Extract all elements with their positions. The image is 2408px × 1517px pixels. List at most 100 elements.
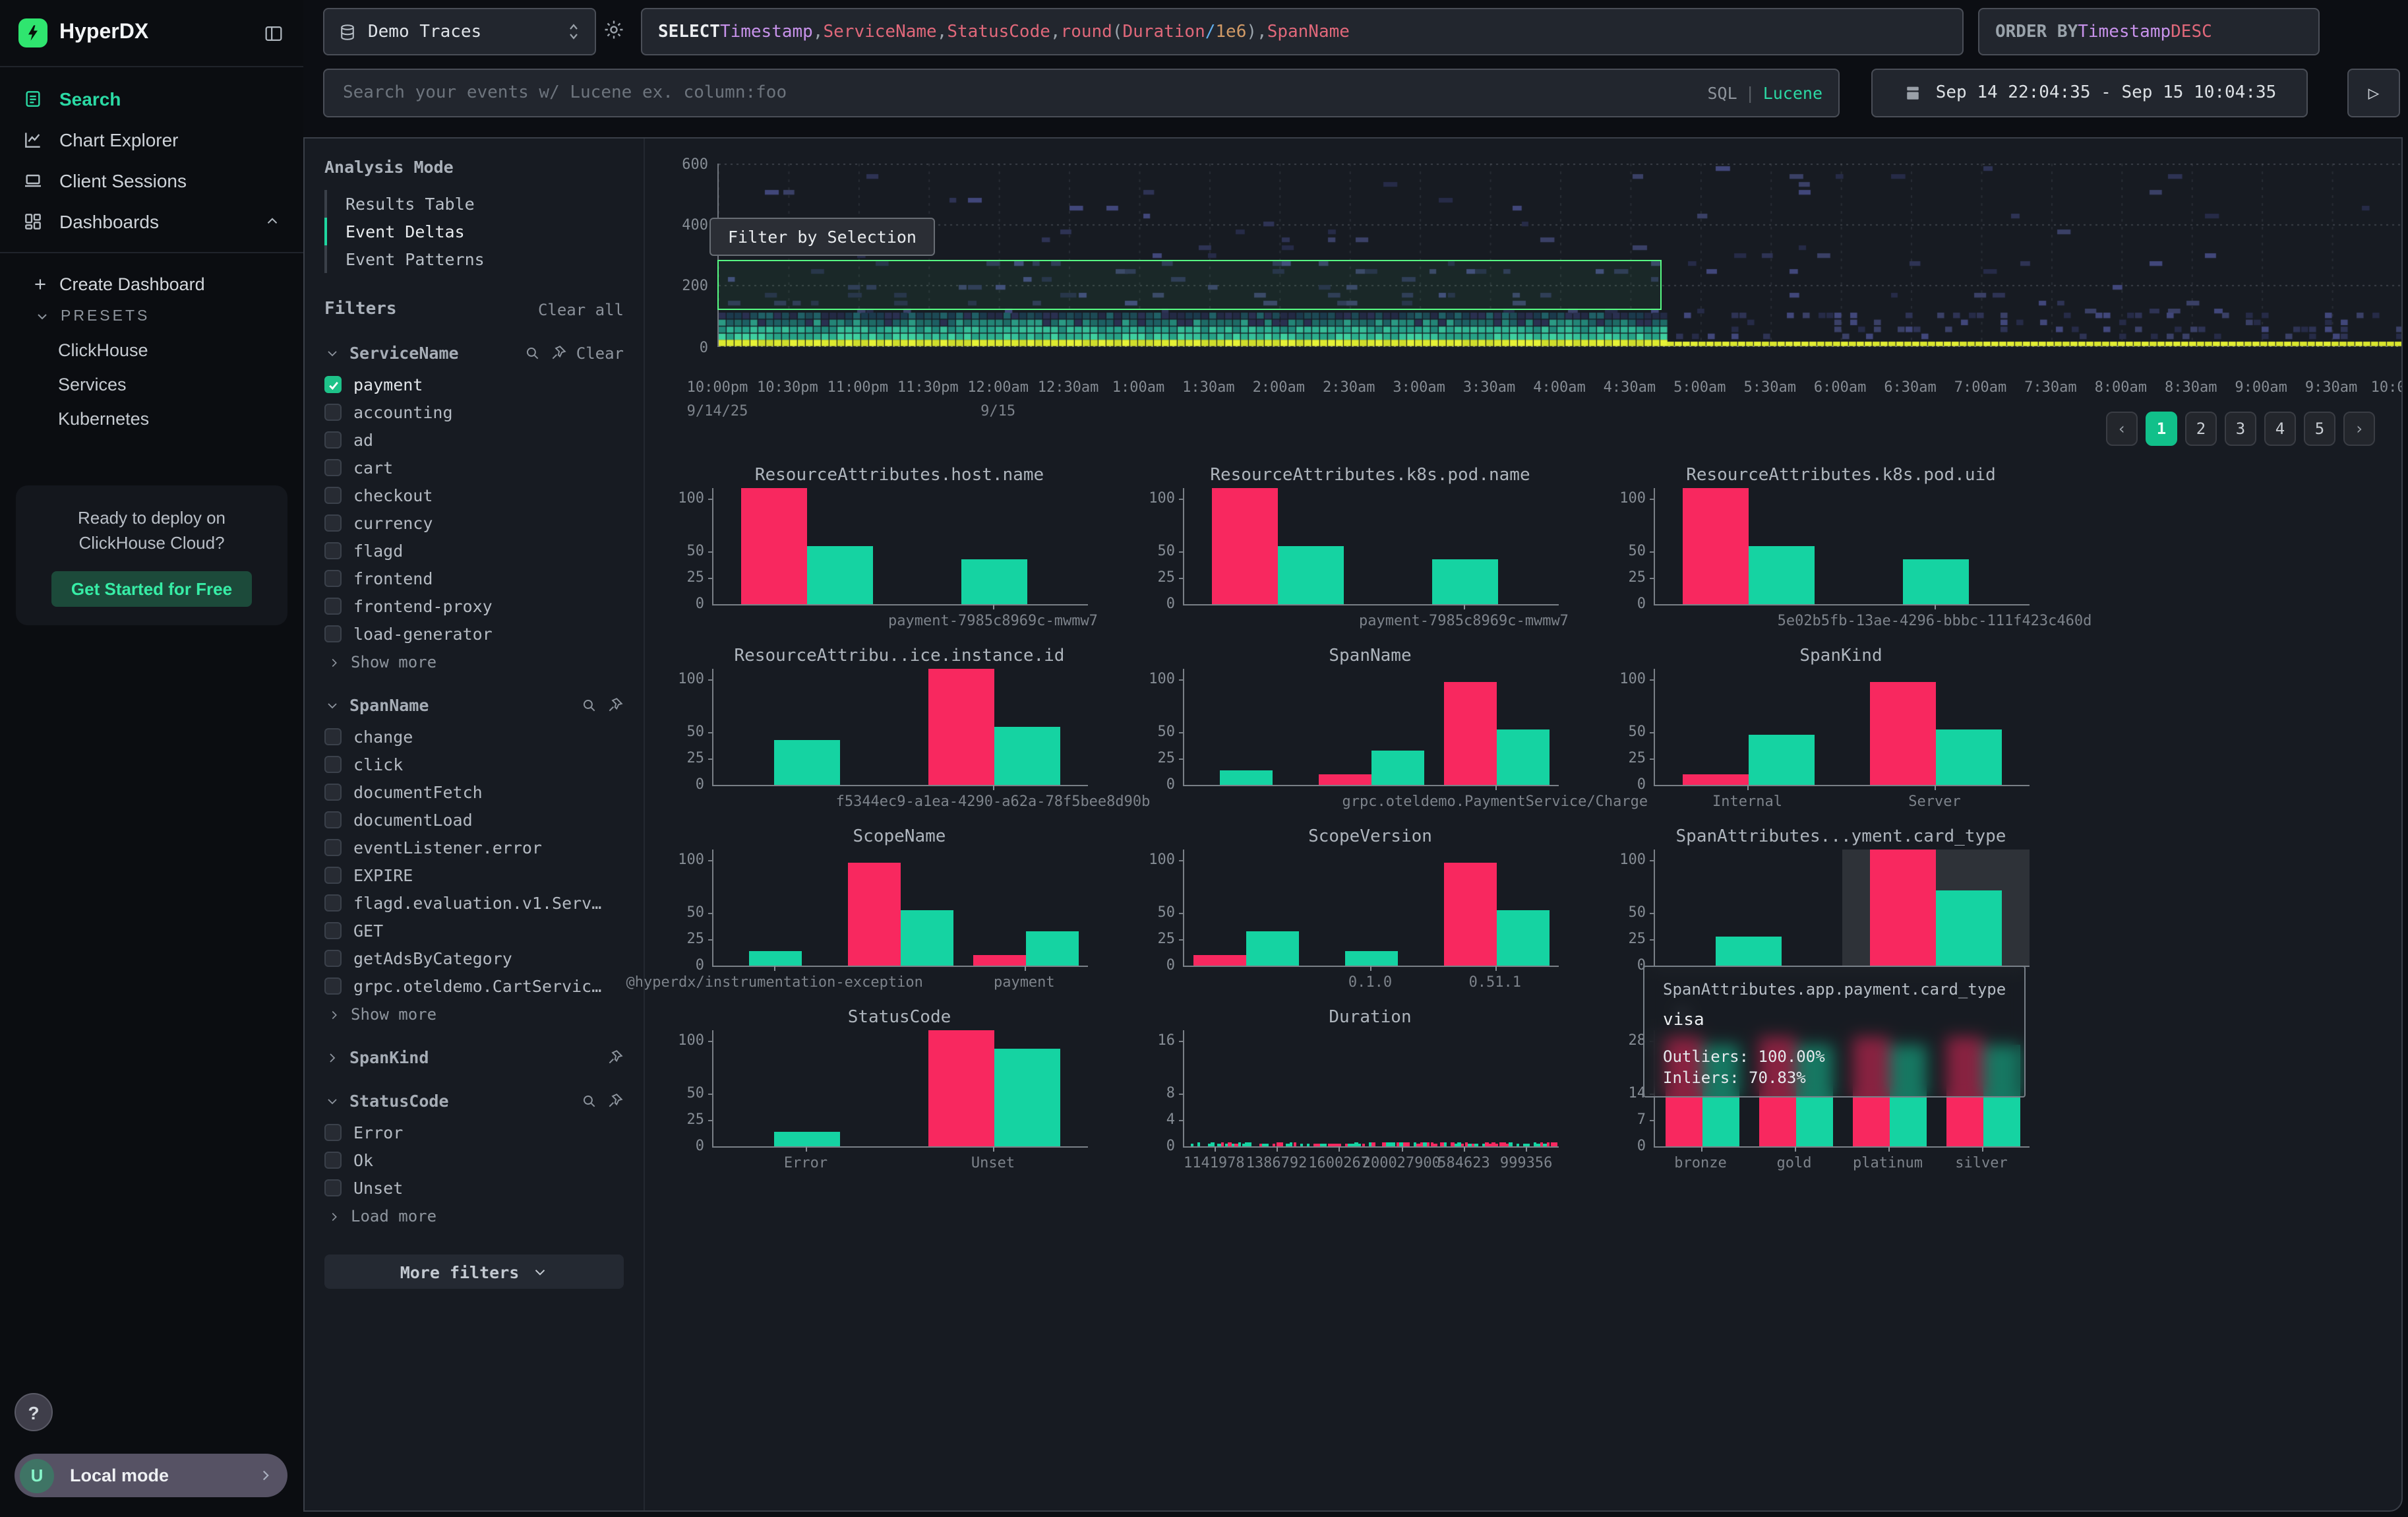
chart-bar-group[interactable]	[1212, 488, 1344, 604]
outlier-bar[interactable]	[1194, 955, 1247, 966]
search-input[interactable]	[340, 82, 1694, 104]
inlier-bar[interactable]	[774, 739, 840, 785]
inlier-bar[interactable]	[1247, 931, 1300, 966]
inlier-bar[interactable]	[1749, 735, 1815, 785]
checkbox[interactable]	[324, 1179, 342, 1196]
page-button-2[interactable]: 2	[2185, 412, 2217, 446]
chevron-down-icon[interactable]	[324, 1093, 340, 1109]
filter-option-currency[interactable]: currency	[324, 509, 624, 537]
language-lucene[interactable]: Lucene	[1763, 83, 1822, 103]
local-mode-menu[interactable]: U Local mode	[15, 1454, 287, 1497]
chart-bar-group[interactable]	[774, 739, 840, 785]
analysis-mode-results-table[interactable]: Results Table	[324, 190, 624, 218]
page-button-5[interactable]: 5	[2304, 412, 2335, 446]
filter-option-get[interactable]: GET	[324, 917, 624, 944]
filter-option-change[interactable]: change	[324, 723, 624, 751]
help-button[interactable]: ?	[15, 1393, 53, 1431]
chart-plot[interactable]	[712, 850, 1088, 967]
filter-group-name[interactable]: SpanKind	[349, 1047, 429, 1067]
inlier-bar[interactable]	[994, 727, 1060, 785]
filter-option-getadsbycategory[interactable]: getAdsByCategory	[324, 944, 624, 972]
page-button-3[interactable]: 3	[2225, 412, 2256, 446]
analysis-mode-event-deltas[interactable]: Event Deltas	[324, 218, 624, 245]
language-sql[interactable]: SQL	[1707, 83, 1737, 103]
filter-option-ad[interactable]: ad	[324, 426, 624, 454]
inlier-bar[interactable]	[961, 559, 1027, 604]
outlier-bar[interactable]	[1870, 850, 1936, 966]
outlier-bar[interactable]	[1443, 862, 1496, 966]
chevron-down-icon[interactable]	[324, 345, 340, 361]
sql-orderby-input[interactable]: ORDER BY Timestamp DESC	[1978, 8, 2320, 55]
page-prev-button[interactable]: ‹	[2106, 412, 2138, 446]
chart-bar-group[interactable]	[1870, 681, 2002, 785]
date-range-picker[interactable]: Sep 14 22:04:35 - Sep 15 10:04:35	[1871, 69, 2308, 117]
events-heatmap-canvas[interactable]	[717, 164, 2403, 347]
checkbox[interactable]	[324, 950, 342, 967]
checkbox[interactable]	[324, 784, 342, 801]
chart-bar-group[interactable]	[774, 1132, 840, 1146]
checkbox[interactable]	[324, 625, 342, 642]
chart-plot[interactable]	[1183, 488, 1559, 605]
filter-group-name[interactable]: ServiceName	[349, 343, 459, 363]
chart-plot[interactable]	[1654, 669, 2030, 786]
chart-bar-group[interactable]	[1432, 559, 1498, 604]
outlier-bar[interactable]	[848, 862, 901, 966]
chart-plot[interactable]	[712, 1030, 1088, 1148]
filter-option-documentfetch[interactable]: documentFetch	[324, 778, 624, 806]
chart-bar-group[interactable]	[1319, 750, 1424, 785]
chart-plot[interactable]	[1654, 488, 2030, 605]
chart-bar-group[interactable]	[1443, 862, 1549, 966]
chevron-down-icon[interactable]	[324, 697, 340, 713]
inlier-bar[interactable]	[750, 951, 802, 966]
sidebar-collapse-icon[interactable]	[262, 22, 285, 44]
filter-option-grpc-oteldemo-cartservic-[interactable]: grpc.oteldemo.CartServic…	[324, 972, 624, 1000]
get-started-button[interactable]: Get Started for Free	[51, 571, 252, 607]
filter-option-documentload[interactable]: documentLoad	[324, 806, 624, 834]
inlier-bar[interactable]	[774, 1132, 840, 1146]
filter-by-selection-button[interactable]: Filter by Selection	[709, 218, 935, 256]
source-settings-gear-icon[interactable]	[603, 18, 625, 41]
inlier-bar[interactable]	[1278, 546, 1344, 604]
checkbox[interactable]	[324, 894, 342, 912]
chart-bar-group[interactable]	[928, 1030, 1060, 1146]
inlier-bar[interactable]	[901, 911, 953, 966]
inlier-bar[interactable]	[1749, 546, 1815, 604]
chart-bar-group[interactable]	[973, 931, 1078, 966]
chart-bar-group[interactable]	[928, 669, 1060, 785]
page-next-button[interactable]: ›	[2343, 412, 2375, 446]
chart-bar-group[interactable]	[1683, 488, 1815, 604]
checkbox[interactable]	[324, 376, 342, 393]
outlier-bar[interactable]	[741, 488, 807, 604]
checkbox[interactable]	[324, 542, 342, 559]
inlier-bar[interactable]	[1220, 770, 1273, 785]
outlier-bar[interactable]	[1683, 488, 1749, 604]
chevron-right-icon[interactable]	[324, 1049, 340, 1065]
chart-bar-group[interactable]	[1345, 951, 1398, 966]
search-icon[interactable]	[524, 344, 541, 361]
create-dashboard-button[interactable]: Create Dashboard	[0, 266, 303, 301]
page-button-1[interactable]: 1	[2146, 412, 2177, 446]
chart-bar-group[interactable]	[741, 488, 873, 604]
chart-bar-group[interactable]	[1443, 681, 1549, 785]
checkbox[interactable]	[324, 811, 342, 828]
chart-bar-group[interactable]	[750, 951, 802, 966]
checkbox[interactable]	[324, 756, 342, 773]
inlier-bar[interactable]	[1936, 730, 2002, 785]
outlier-bar[interactable]	[1443, 681, 1496, 785]
clear-all-button[interactable]: Clear all	[538, 300, 624, 319]
checkbox[interactable]	[324, 598, 342, 615]
outlier-bar[interactable]	[1870, 681, 1936, 785]
checkbox[interactable]	[324, 459, 342, 476]
preset-item-kubernetes[interactable]: Kubernetes	[0, 401, 303, 435]
outlier-bar[interactable]	[973, 955, 1025, 966]
filter-option-unset[interactable]: Unset	[324, 1174, 624, 1202]
filter-show-more[interactable]: Show more	[327, 653, 624, 671]
inlier-bar[interactable]	[1371, 750, 1424, 785]
checkbox[interactable]	[324, 487, 342, 504]
checkbox[interactable]	[324, 1152, 342, 1169]
checkbox[interactable]	[324, 570, 342, 587]
chart-plot[interactable]	[1654, 850, 2030, 967]
chart-plot[interactable]	[712, 669, 1088, 786]
inlier-bar[interactable]	[1432, 559, 1498, 604]
filter-option-frontend-proxy[interactable]: frontend-proxy	[324, 592, 624, 620]
